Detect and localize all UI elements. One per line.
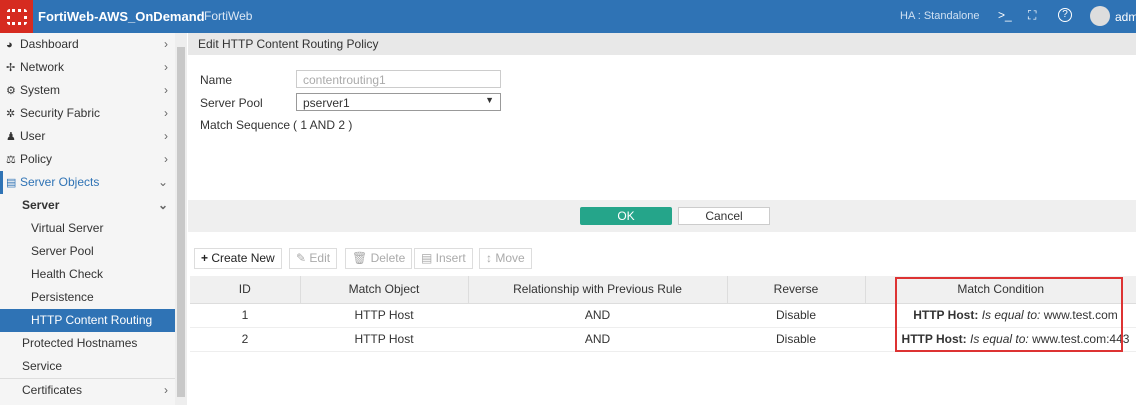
sidebar-item-persistence[interactable]: Persistence <box>0 286 175 309</box>
sidebar-item-label: System <box>20 83 61 97</box>
network-icon: ✢ <box>6 62 16 74</box>
sidebar-item-label: Server Objects <box>20 175 100 189</box>
chevron-down-icon: ⌄ <box>157 175 168 189</box>
plus-icon: + <box>201 251 212 265</box>
ha-status: HA : Standalone <box>900 10 980 22</box>
chevron-right-icon: › <box>164 152 168 166</box>
ok-button[interactable]: OK <box>580 207 672 225</box>
col-match-object[interactable]: Match Object <box>300 276 469 304</box>
device-title: FortiWeb-AWS_OnDemand <box>38 9 205 24</box>
cancel-button[interactable]: Cancel <box>678 207 770 225</box>
cell-object: HTTP Host <box>300 303 468 328</box>
sidebar-item-network[interactable]: ✢ Network › <box>0 56 175 79</box>
cell-reverse: Disable <box>727 303 865 328</box>
sidebar-item-server-objects[interactable]: ▤ Server Objects ⌄ <box>0 171 175 194</box>
avatar[interactable] <box>1090 6 1110 26</box>
insert-icon: ▤ <box>421 251 436 265</box>
policy-icon: ⚖ <box>6 154 16 166</box>
name-label: Name <box>200 73 233 87</box>
sidebar-item-server-pool[interactable]: Server Pool <box>0 240 175 263</box>
cli-icon[interactable]: >_ <box>998 8 1012 22</box>
sidebar-scrollbar[interactable] <box>175 33 187 405</box>
fortinet-logo-icon[interactable] <box>0 0 33 33</box>
create-new-label: Create New <box>211 251 275 265</box>
scrollbar-thumb[interactable] <box>177 47 185 397</box>
sidebar-item-certificates[interactable]: Certificates › <box>0 378 175 401</box>
insert-label: Insert <box>435 251 466 265</box>
sidebar-item-label: Server <box>22 198 60 212</box>
dashboard-icon: ◕ <box>6 39 13 51</box>
security-fabric-icon: ✲ <box>6 108 16 120</box>
sidebar-item-virtual-server[interactable]: Virtual Server <box>0 217 175 240</box>
sidebar-item-http-content-routing[interactable]: HTTP Content Routing <box>0 309 175 332</box>
chevron-right-icon: › <box>164 129 168 143</box>
sidebar-item-protected-hostnames[interactable]: Protected Hostnames <box>0 332 175 355</box>
help-icon[interactable]: ? <box>1058 8 1072 22</box>
col-reverse[interactable]: Reverse <box>727 276 866 304</box>
page-title: Edit HTTP Content Routing Policy <box>188 33 1136 55</box>
move-icon: ↕ <box>486 251 496 265</box>
chevron-right-icon: › <box>164 83 168 97</box>
sidebar-item-health-check[interactable]: Health Check <box>0 263 175 286</box>
move-label: Move <box>495 251 525 265</box>
cell-relationship: AND <box>468 327 727 352</box>
chevron-right-icon: › <box>164 37 168 51</box>
cell-object: HTTP Host <box>300 327 468 352</box>
sidebar-item-security-fabric[interactable]: ✲ Security Fabric › <box>0 102 175 125</box>
sidebar-item-label: Policy <box>20 152 53 166</box>
cell-reverse: Disable <box>727 327 865 352</box>
sidebar-item-label: Certificates <box>22 383 83 397</box>
edit-button[interactable]: ✎ Edit <box>289 248 338 269</box>
sidebar-item-label: Dashboard <box>20 37 79 51</box>
pencil-icon: ✎ <box>296 251 310 265</box>
server-pool-select[interactable]: pserver1 ▼ <box>296 93 501 111</box>
sidebar-item-system[interactable]: ⚙ System › <box>0 79 175 102</box>
sidebar-item-server[interactable]: Server ⌄ <box>0 194 175 217</box>
sidebar-item-policy[interactable]: ⚖ Policy › <box>0 148 175 171</box>
sidebar-item-service[interactable]: Service <box>0 355 175 378</box>
main-content: Edit HTTP Content Routing Policy Name co… <box>188 33 1136 405</box>
chevron-right-icon: › <box>164 383 168 397</box>
server-pool-label: Server Pool <box>200 96 263 110</box>
sidebar-item-label: Security Fabric <box>20 106 101 120</box>
sidebar-item-user[interactable]: ♟ User › <box>0 125 175 148</box>
sidebar-item-label: User <box>20 129 46 143</box>
name-field[interactable]: contentrouting1 <box>296 70 501 88</box>
cell-relationship: AND <box>468 303 727 328</box>
chevron-right-icon: › <box>164 106 168 120</box>
user-icon: ♟ <box>6 131 16 143</box>
chevron-down-icon: ⌄ <box>157 198 168 212</box>
user-menu[interactable]: adm <box>1115 10 1136 24</box>
cell-id: 2 <box>190 327 300 352</box>
delete-button[interactable]: 🗑 Delete <box>345 248 413 269</box>
sidebar: ◕ Dashboard › ✢ Network › ⚙ System › ✲ Security… <box>0 33 175 405</box>
fullscreen-icon[interactable]: ⛶ <box>1028 8 1036 23</box>
server-pool-value: pserver1 <box>303 96 350 110</box>
col-id[interactable]: ID <box>190 276 301 304</box>
insert-button[interactable]: ▤ Insert <box>414 248 473 269</box>
dropdown-arrow-icon: ▼ <box>485 95 494 105</box>
trash-icon: 🗑 <box>352 251 371 265</box>
match-sequence-value: ( 1 AND 2 ) <box>293 118 353 132</box>
highlight-box <box>895 277 1123 352</box>
sidebar-item-label: Network <box>20 60 65 74</box>
match-sequence-label: Match Sequence <box>200 118 291 132</box>
cell-id: 1 <box>190 303 300 328</box>
product-name: FortiWeb <box>204 9 253 23</box>
chevron-right-icon: › <box>164 60 168 74</box>
edit-label: Edit <box>309 251 331 265</box>
form-actions: OK Cancel <box>188 200 1136 232</box>
sidebar-item-dashboard[interactable]: ◕ Dashboard › <box>0 33 175 56</box>
gear-icon: ⚙ <box>6 85 16 97</box>
col-relationship[interactable]: Relationship with Previous Rule <box>468 276 728 304</box>
server-objects-icon: ▤ <box>6 177 17 189</box>
delete-label: Delete <box>370 251 406 265</box>
move-button[interactable]: ↕ Move <box>479 248 532 269</box>
create-new-button[interactable]: + Create New <box>194 248 282 269</box>
top-header: FortiWeb-AWS_OnDemand FortiWeb HA : Stan… <box>0 0 1136 33</box>
